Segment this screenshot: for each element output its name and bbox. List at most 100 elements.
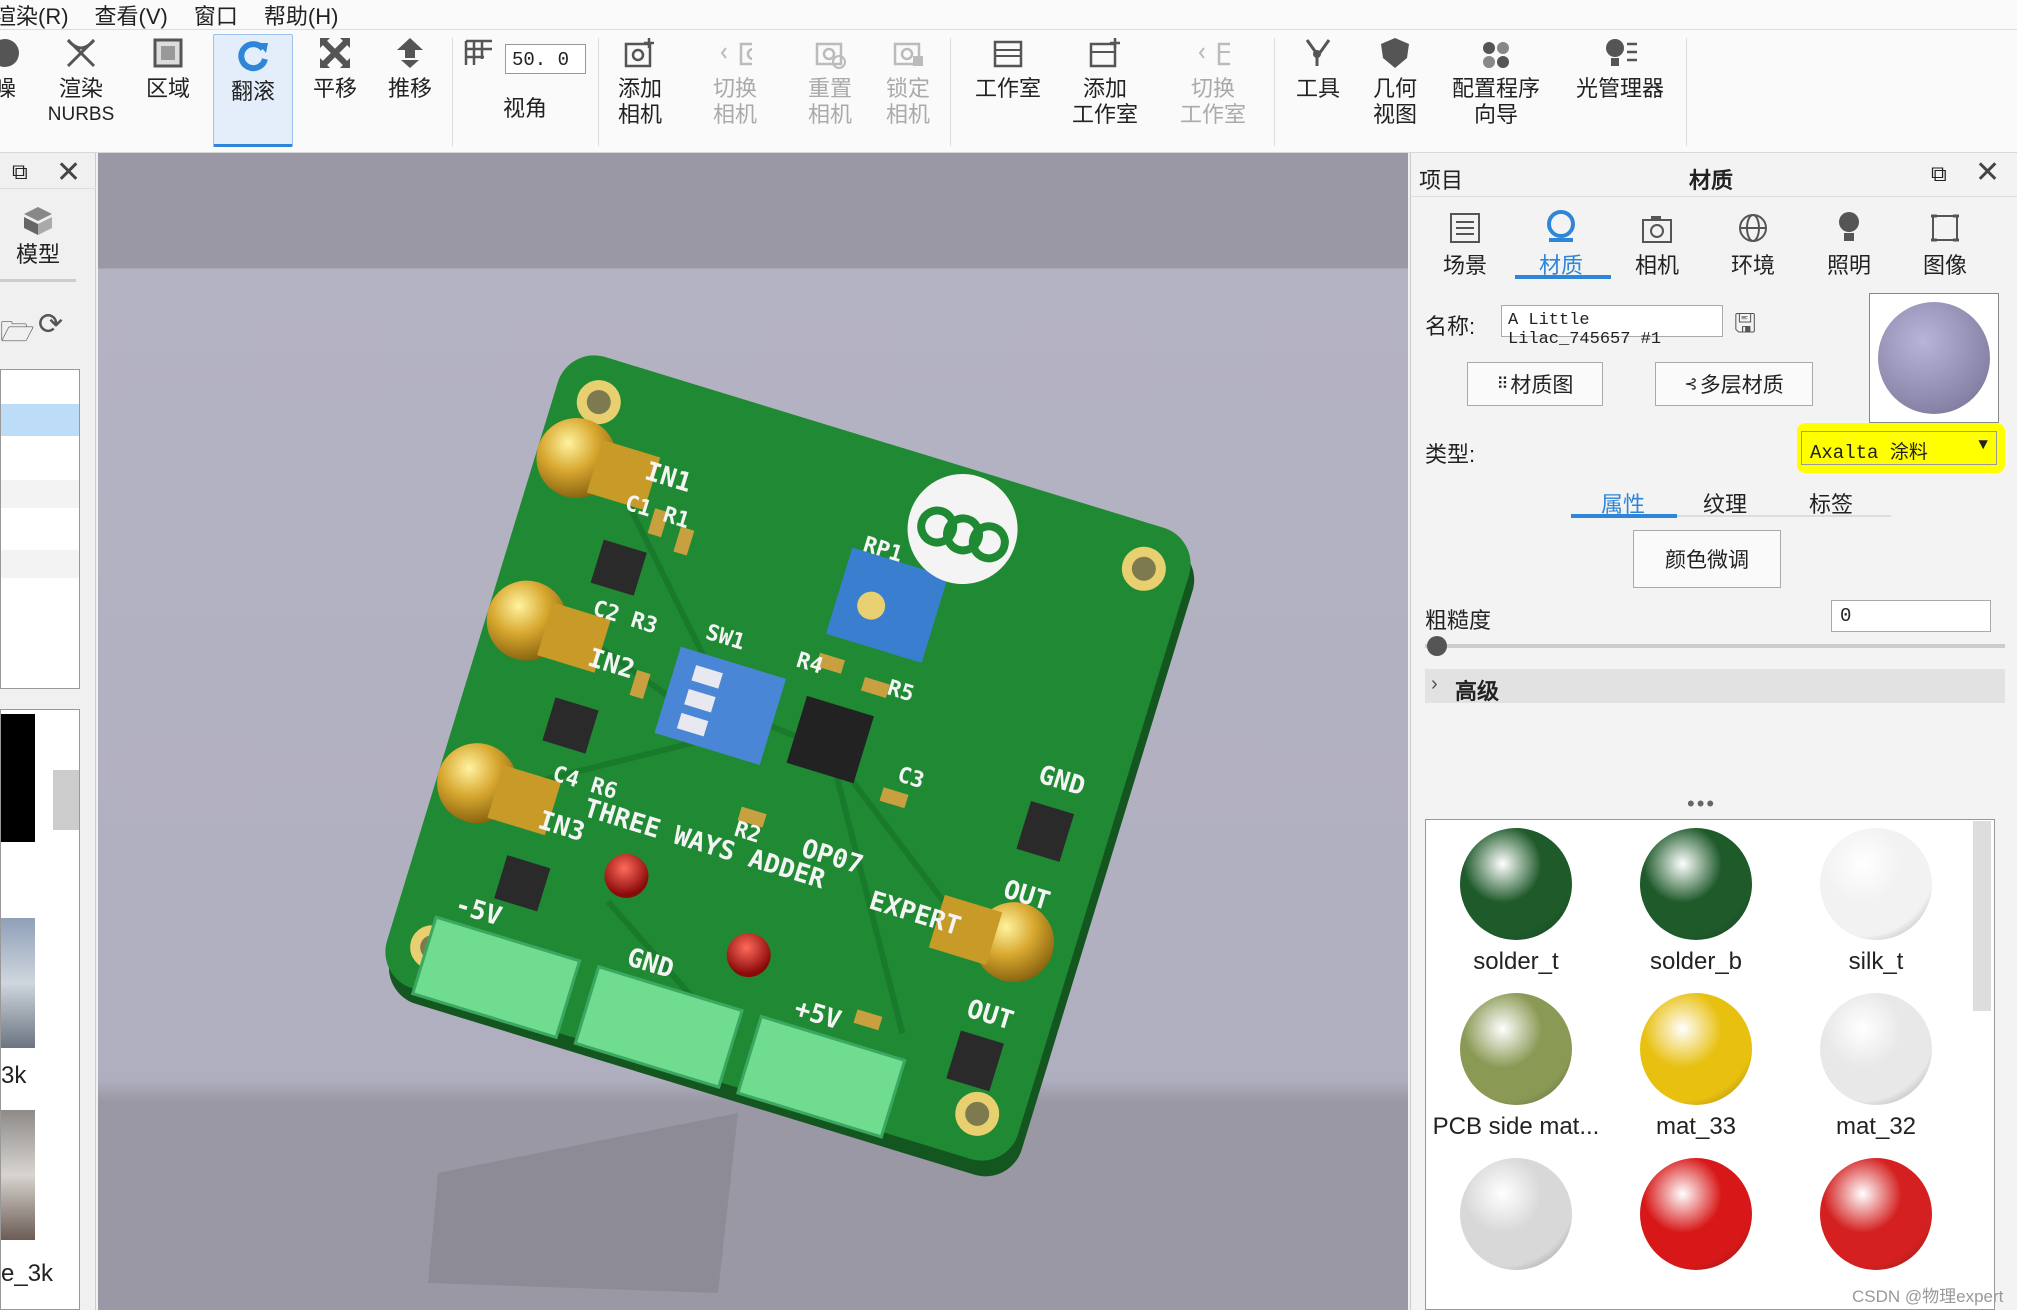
studio-icon: [991, 36, 1025, 70]
region-button[interactable]: 区域: [138, 36, 198, 102]
material-swatch[interactable]: solder_b: [1606, 828, 1786, 976]
environment-thumbnail[interactable]: [1, 714, 35, 842]
save-icon[interactable]: 🖫: [1734, 305, 1756, 349]
tree-row-selected[interactable]: [1, 404, 79, 436]
menu-help[interactable]: 帮助(H): [264, 0, 351, 31]
material-graph-button[interactable]: ⠿ 材质图: [1467, 362, 1603, 406]
tree-row[interactable]: [1, 550, 79, 578]
config-icon: [1479, 36, 1513, 70]
pan-button[interactable]: 平移: [305, 36, 365, 102]
menu-window[interactable]: 窗口: [194, 0, 250, 31]
library-scrollbar[interactable]: [1973, 821, 1991, 1011]
material-name: solder_b: [1649, 948, 1743, 975]
add-studio-button[interactable]: 添加 工作室: [1065, 36, 1145, 128]
thumbnail-list[interactable]: 3k e_3k: [0, 709, 80, 1310]
config-wizard-button[interactable]: 配置程序 向导: [1448, 36, 1544, 128]
more-dots[interactable]: •••: [1687, 791, 1716, 817]
material-swatch[interactable]: silk_t: [1786, 828, 1966, 976]
tab-image[interactable]: 图像: [1899, 208, 1991, 280]
camera-icon: [1611, 208, 1703, 244]
tab-camera[interactable]: 相机: [1611, 208, 1703, 280]
close-icon[interactable]: ✕: [56, 155, 81, 190]
tree-row[interactable]: [1, 480, 79, 508]
advanced-section[interactable]: › 高级: [1425, 669, 2005, 704]
nurbs-icon: [64, 36, 98, 70]
environment-thumbnail[interactable]: [1, 1110, 35, 1240]
material-swatch[interactable]: mat_33: [1606, 993, 1786, 1141]
type-select[interactable]: Axalta 涂料 ▼: [1801, 431, 1997, 465]
restore-icon[interactable]: ⧉: [12, 159, 28, 185]
tumble-button[interactable]: 翻滚: [213, 34, 293, 147]
layers-icon: ⊰: [1684, 376, 1698, 393]
grid-icon: [462, 36, 496, 70]
fov-input[interactable]: 50. 0: [505, 44, 586, 74]
render-nurbs-button[interactable]: 渲染 NURBS: [48, 36, 114, 128]
tools-button[interactable]: 工具: [1288, 36, 1348, 102]
multilayer-material-button[interactable]: ⊰ 多层材质: [1655, 362, 1813, 406]
tools-icon: [1301, 36, 1335, 70]
color-adjust-button[interactable]: 颜色微调: [1633, 530, 1781, 588]
add-camera-button[interactable]: 添加 相机: [610, 36, 670, 128]
roughness-input[interactable]: 0: [1831, 600, 1991, 632]
material-swatch[interactable]: [1786, 1158, 1966, 1278]
dolly-button[interactable]: 推移: [380, 36, 440, 102]
light-manager-button[interactable]: 光管理器: [1570, 36, 1670, 102]
list-icon: [1419, 208, 1511, 244]
material-sphere: [1460, 1158, 1572, 1270]
material-sphere: [1820, 1158, 1932, 1270]
material-panel: 项目 材质 ⧉ ✕ 场景 材质 相机 环境 照明 图像 名称: A Little…: [1410, 153, 2017, 1310]
material-sphere: [1460, 993, 1572, 1105]
roughness-label: 粗糙度: [1425, 608, 1492, 633]
material-name-input[interactable]: A Little Lilac_745657 #1: [1501, 305, 1723, 349]
chevron-right-icon: ›: [1431, 673, 1438, 695]
material-preview[interactable]: [1869, 293, 1999, 423]
environment-thumbnail[interactable]: [1, 918, 35, 1048]
folder-icon[interactable]: 🗁: [0, 311, 35, 359]
material-swatch[interactable]: solder_t: [1426, 828, 1606, 976]
panel-header: 项目 材质 ⧉ ✕: [1411, 153, 2017, 197]
material-ball-icon: [1515, 208, 1607, 244]
watermark: CSDN @物理expert: [1852, 1287, 2004, 1306]
scrollbar-thumb[interactable]: [53, 770, 79, 830]
material-swatch[interactable]: [1426, 1158, 1606, 1278]
panel-title: 材质: [1689, 168, 1734, 193]
studio-plus-icon: [1088, 36, 1122, 70]
model-tab[interactable]: 模型: [0, 205, 76, 269]
region-icon: [151, 36, 185, 70]
studio-switch-icon: [1196, 36, 1230, 70]
refresh-icon[interactable]: ⟳: [38, 307, 63, 342]
tab-environment[interactable]: 环境: [1707, 208, 1799, 280]
bulb-icon: [1803, 208, 1895, 244]
globe-icon: [1707, 208, 1799, 244]
noise-button[interactable]: 噪: [0, 36, 20, 102]
roughness-slider-track[interactable]: [1425, 644, 2005, 648]
menu-render[interactable]: 渲染(R): [0, 0, 81, 31]
render-viewport[interactable]: IN1 C1 R1 C2 R3 IN2 C4 R6 IN3 SW1 RP1 R4…: [98, 153, 1408, 1310]
material-library[interactable]: solder_t solder_b silk_t PCB side mat... mat…: [1425, 819, 1995, 1310]
reset-camera-button[interactable]: 重置 相机: [800, 36, 860, 128]
type-label: 类型:: [1425, 442, 1476, 467]
tab-scene[interactable]: 场景: [1419, 208, 1511, 280]
menu-view[interactable]: 查看(V): [95, 0, 180, 31]
material-swatch[interactable]: mat_32: [1786, 993, 1966, 1141]
studio-button[interactable]: 工作室: [968, 36, 1048, 102]
tree-list[interactable]: [0, 369, 80, 689]
switch-camera-button[interactable]: 切换 相机: [690, 36, 780, 128]
close-icon[interactable]: ✕: [1975, 155, 2000, 190]
roughness-slider-thumb[interactable]: [1427, 636, 1447, 656]
tab-lighting[interactable]: 照明: [1803, 208, 1895, 280]
fov-icon-button: [462, 36, 496, 76]
material-swatch[interactable]: [1606, 1158, 1786, 1278]
material-swatch[interactable]: PCB side mat...: [1426, 993, 1606, 1141]
switch-studio-button[interactable]: 切换 工作室: [1168, 36, 1258, 128]
material-sphere: [1820, 828, 1932, 940]
sphere-icon: [0, 36, 22, 70]
tab-material[interactable]: 材质: [1515, 208, 1607, 280]
fov-label: 视角: [502, 96, 547, 121]
pcb-render[interactable]: IN1 C1 R1 C2 R3 IN2 C4 R6 IN3 SW1 RP1 R4…: [98, 153, 1408, 1310]
geometry-view-button[interactable]: 几何 视图: [1365, 36, 1425, 128]
restore-icon[interactable]: ⧉: [1931, 161, 1947, 187]
material-name: solder_t: [1473, 948, 1559, 975]
lock-camera-button[interactable]: 锁定 相机: [878, 36, 938, 128]
project-label[interactable]: 项目: [1419, 163, 1463, 195]
